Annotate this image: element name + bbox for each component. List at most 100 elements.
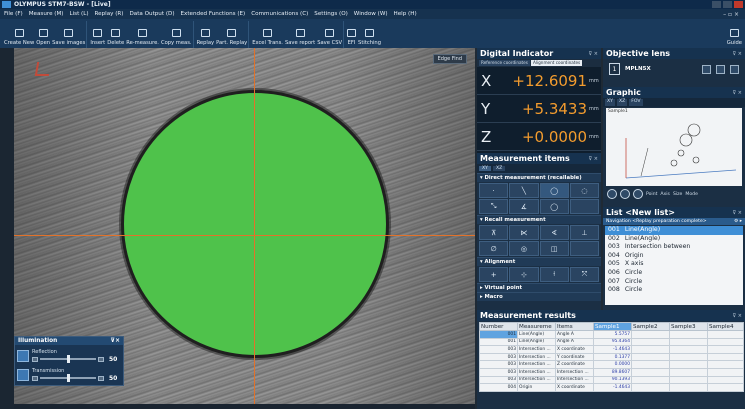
recall-circle-icon[interactable]: ◎ xyxy=(509,241,539,256)
guide-button[interactable]: Guide xyxy=(726,21,743,48)
efi-button[interactable]: EFI xyxy=(346,21,357,48)
tab-xy[interactable]: XY xyxy=(605,99,615,106)
re-measure-button[interactable]: Re-measure. xyxy=(125,21,160,48)
pin-close-icon[interactable]: ⊽ × xyxy=(733,210,742,216)
minimize-icon[interactable] xyxy=(712,1,721,8)
menu-data-output[interactable]: Data Output (D) xyxy=(129,11,174,17)
list-menu-icon[interactable]: ⚙ ▸ xyxy=(734,219,742,224)
save-csv-button[interactable]: Save CSV xyxy=(316,21,345,48)
recall-distance-icon[interactable]: ⊼ xyxy=(479,225,509,240)
reflection-lamp-icon[interactable] xyxy=(17,349,29,362)
recall-contour-icon[interactable]: ◫ xyxy=(539,241,569,256)
fit-view-icon[interactable] xyxy=(633,189,643,199)
save-images-button[interactable]: Save images xyxy=(51,21,88,48)
list-item[interactable]: 005 X axis xyxy=(605,260,743,269)
reflection-slider-knob[interactable] xyxy=(66,355,70,363)
table-row[interactable]: 001 Line(Angle) Angle A 5.5757 xyxy=(479,330,744,339)
list-item[interactable]: 003 Intersection between xyxy=(605,243,743,252)
column-header[interactable]: Sample4 xyxy=(707,322,744,331)
menu-list[interactable]: List (L) xyxy=(69,11,88,17)
edge-find-button[interactable]: Edge Find xyxy=(432,54,467,64)
menu-extended-functions[interactable]: Extended Functions (E) xyxy=(181,11,246,17)
zoom-out-icon[interactable] xyxy=(620,189,630,199)
list-item[interactable]: 001 Line(Angle) xyxy=(605,226,743,235)
transmission-lamp-icon[interactable] xyxy=(17,368,29,381)
column-header[interactable]: Sample1 xyxy=(593,322,632,331)
pin-icon[interactable]: ⊽× xyxy=(110,338,120,344)
list-item[interactable]: 007 Circle xyxy=(605,278,743,287)
menu-file[interactable]: File (F) xyxy=(4,11,23,17)
pin-close-icon[interactable]: ⊽ × xyxy=(733,313,742,319)
create-new-button[interactable]: Create New xyxy=(3,21,35,48)
save-report-button[interactable]: Save report xyxy=(284,21,316,48)
zoom-in-icon[interactable] xyxy=(607,189,617,199)
column-header[interactable]: Measureme xyxy=(517,322,556,331)
replay-button[interactable]: Replay xyxy=(196,21,216,48)
angle-tool-icon[interactable]: ∡ xyxy=(509,199,539,214)
table-row[interactable]: 003 Intersection ... Z coordinate 0.0000 xyxy=(479,360,744,369)
table-row[interactable]: 001 Line(Angle) Angle A 95.4364 xyxy=(479,337,744,347)
list-item[interactable]: 004 Origin xyxy=(605,252,743,261)
menu-settings[interactable]: Settings (O) xyxy=(314,11,348,17)
mdi-controls-icon[interactable]: – ▫ × xyxy=(723,11,739,18)
recall-perpendicular-icon[interactable]: ⊥ xyxy=(569,225,599,240)
macro-group[interactable]: ▸ Macro xyxy=(477,292,601,301)
tab-xz[interactable]: XZ xyxy=(616,99,628,106)
reflection-decrease-button[interactable] xyxy=(32,356,38,362)
column-header[interactable]: Sample2 xyxy=(631,322,670,331)
alignment-group[interactable]: ▾ Alignment xyxy=(477,257,601,266)
recall-measurement-group[interactable]: ▾ Recall measurement xyxy=(477,215,601,224)
tab-reference-coordinates[interactable]: Reference coordinates xyxy=(479,60,530,66)
menu-replay[interactable]: Replay (R) xyxy=(95,11,124,17)
recall-intersection-icon[interactable]: ⋉ xyxy=(509,225,539,240)
menu-window[interactable]: Window (W) xyxy=(354,11,388,17)
distance-tool-icon[interactable]: ⤡ xyxy=(479,199,509,214)
lens-menu-icon[interactable] xyxy=(730,64,739,74)
menu-communications[interactable]: Communications (C) xyxy=(251,11,308,17)
direct-measurement-group[interactable]: ▾ Direct measurement (recallable) xyxy=(477,173,601,182)
column-header[interactable]: Number xyxy=(479,322,518,331)
excel-transfer-button[interactable]: Excel Trans. xyxy=(251,21,284,48)
line-tool-icon[interactable]: ╲ xyxy=(509,183,539,198)
recall-angle-icon[interactable]: ∢ xyxy=(539,225,569,240)
partial-replay-button[interactable]: Part. Replay xyxy=(215,21,250,48)
delete-button[interactable]: Delete xyxy=(106,21,125,48)
live-view-scrollbar[interactable] xyxy=(14,404,475,409)
list-item[interactable]: 008 Circle xyxy=(605,286,743,295)
transmission-slider[interactable] xyxy=(40,374,96,382)
size-label[interactable]: Size xyxy=(673,192,682,197)
table-row[interactable]: 003 Intersection ... Intersection ... 90.13… xyxy=(479,375,744,385)
recall-diameter-icon[interactable]: ∅ xyxy=(479,241,509,256)
column-header[interactable]: Items xyxy=(555,322,594,331)
open-button[interactable]: Open xyxy=(35,21,51,48)
alignment-clear-icon[interactable]: ⤧ xyxy=(569,267,599,282)
tab-xz[interactable]: XZ xyxy=(492,166,506,171)
tab-alignment-coordinates[interactable]: Alignment coordinates xyxy=(530,60,583,66)
tab-fov[interactable]: FOV xyxy=(629,99,643,106)
table-row[interactable]: 003 Intersection ... X coordinate -1.4643 xyxy=(479,345,744,354)
reflection-increase-button[interactable] xyxy=(98,356,104,362)
pin-close-icon[interactable]: ⊽ × xyxy=(589,156,598,162)
lens-select-icon[interactable] xyxy=(702,64,711,74)
list-item[interactable]: 006 Circle xyxy=(605,269,743,278)
list-item[interactable]: 002 Line(Angle) xyxy=(605,235,743,244)
pin-close-icon[interactable]: ⊽ × xyxy=(733,51,742,57)
table-row[interactable]: 004 Origin X coordinate -1.4643 xyxy=(479,383,744,392)
ellipse-tool-icon[interactable]: ◯ xyxy=(539,199,569,214)
reflection-slider[interactable] xyxy=(40,355,96,363)
pin-close-icon[interactable]: ⊽ × xyxy=(589,51,598,57)
menu-help[interactable]: Help (H) xyxy=(394,11,417,17)
close-icon[interactable] xyxy=(734,1,743,8)
transmission-decrease-button[interactable] xyxy=(32,375,38,381)
transmission-increase-button[interactable] xyxy=(98,375,104,381)
transmission-slider-knob[interactable] xyxy=(66,374,70,382)
maximize-icon[interactable] xyxy=(723,1,732,8)
circle-tool-icon[interactable]: ◯ xyxy=(539,183,569,198)
point-tool-icon[interactable]: · xyxy=(479,183,509,198)
graphic-canvas[interactable]: Sample1 xyxy=(606,108,742,186)
alignment-axis-icon[interactable]: ⊹ xyxy=(509,267,539,282)
tab-xy[interactable]: XY xyxy=(479,166,491,171)
virtual-point-group[interactable]: ▸ Virtual point xyxy=(477,283,601,292)
pin-close-icon[interactable]: ⊽ × xyxy=(733,90,742,96)
mode-label[interactable]: Mode xyxy=(685,192,698,197)
